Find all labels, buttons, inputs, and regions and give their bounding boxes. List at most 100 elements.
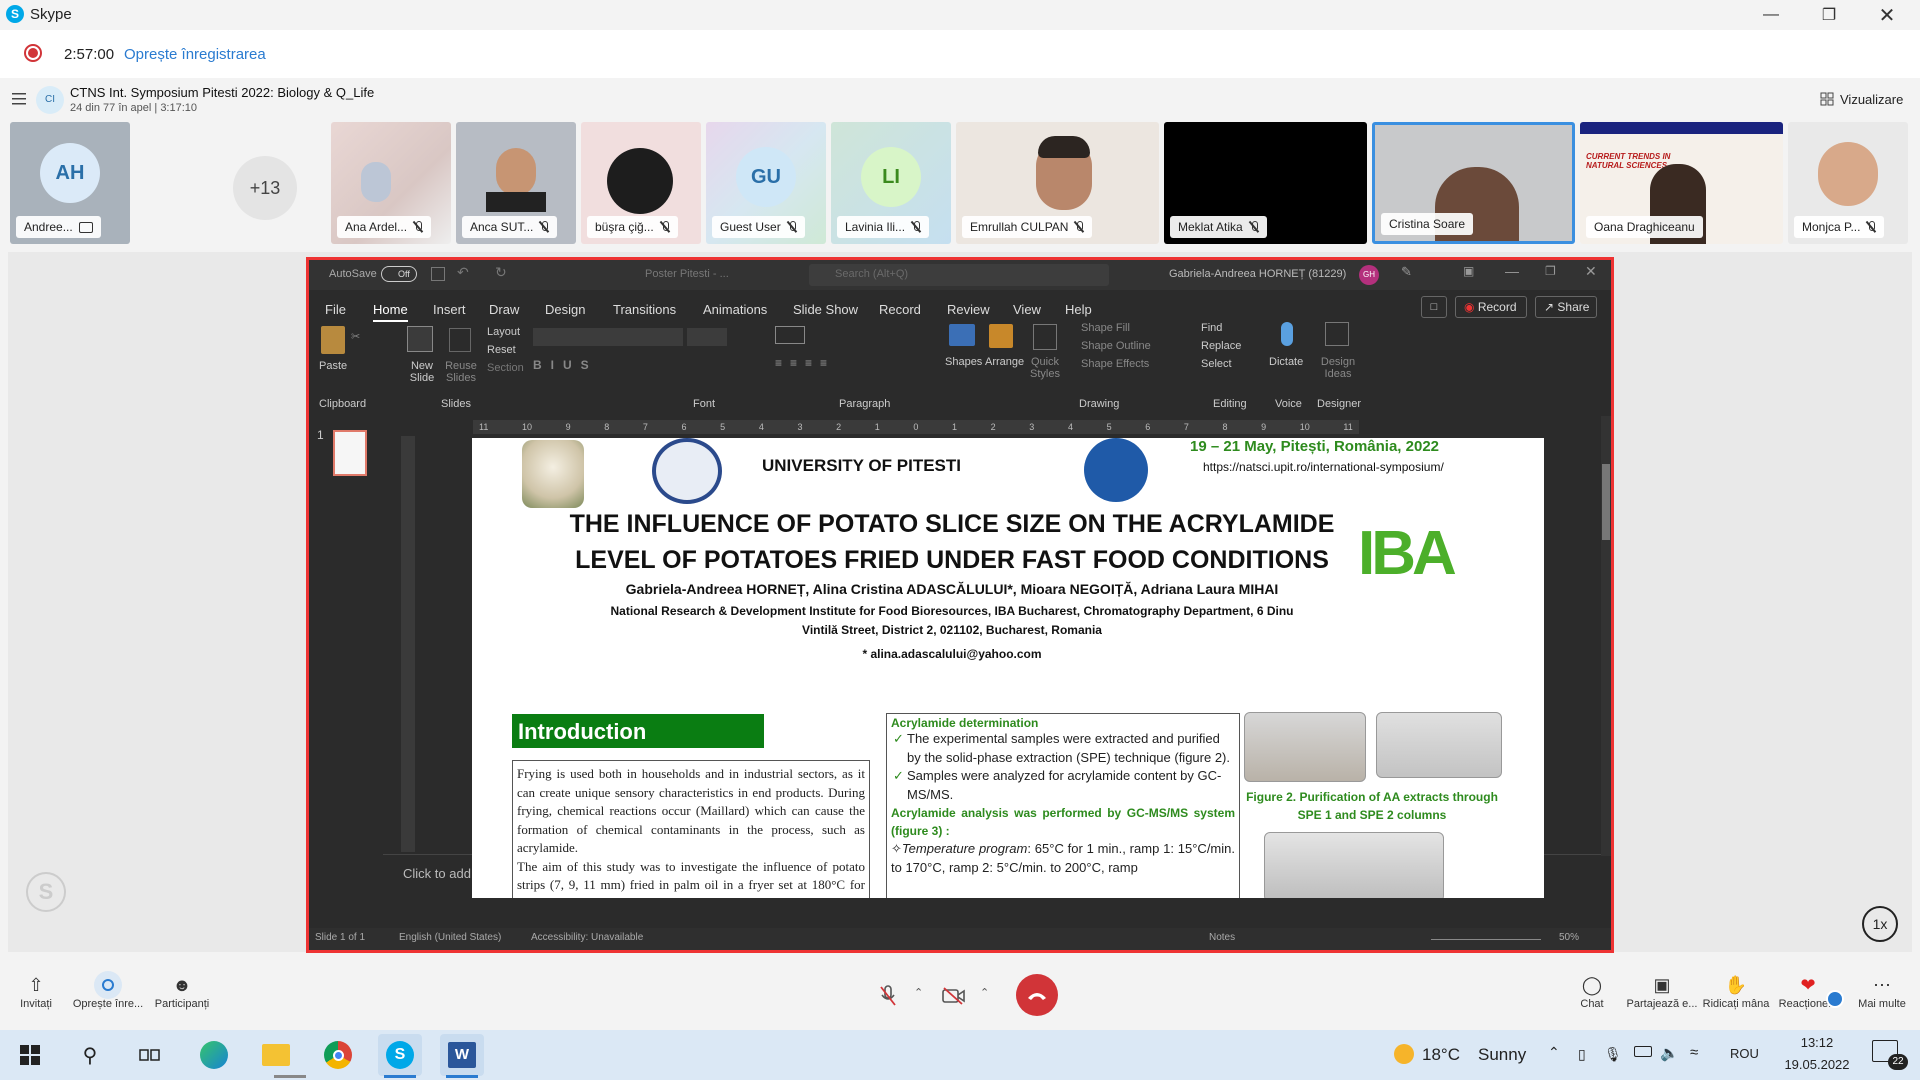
more-participants-button[interactable]: +13 — [233, 156, 297, 220]
tab-file[interactable]: File — [325, 302, 346, 317]
redo-icon[interactable]: ↻ — [495, 264, 507, 281]
tab-help[interactable]: Help — [1065, 302, 1092, 317]
undo-icon[interactable]: ↶ — [457, 264, 469, 281]
word-icon[interactable]: W — [440, 1034, 484, 1076]
weather-temp[interactable]: 18°C — [1422, 1045, 1460, 1065]
find-button[interactable]: Find — [1201, 322, 1222, 334]
stop-recording-button[interactable]: Oprește înre... — [68, 971, 148, 1010]
hang-up-button[interactable] — [1016, 974, 1058, 1016]
raise-hand-button[interactable]: ✋ Ridicați mâna — [1696, 972, 1776, 1011]
replace-button[interactable]: Replace — [1201, 340, 1241, 352]
hamburger-menu-icon[interactable] — [12, 92, 28, 106]
reuse-slides-button[interactable]: Reuse Slides — [443, 360, 479, 384]
save-icon[interactable] — [431, 267, 445, 281]
status-accessibility[interactable]: Accessibility: Unavailable — [531, 932, 643, 943]
weather-text[interactable]: Sunny — [1478, 1045, 1526, 1065]
paste-button[interactable]: Paste — [319, 360, 347, 372]
input-language[interactable]: ROU — [1730, 1046, 1759, 1061]
shapes-button[interactable]: Shapes — [945, 356, 982, 368]
mic-options-chevron-icon[interactable]: ⌃ — [914, 986, 923, 999]
invite-button[interactable]: ⇧ Invitați — [0, 972, 76, 1011]
tab-home[interactable]: Home — [373, 302, 408, 322]
shape-fill-button[interactable]: Shape Fill — [1081, 322, 1130, 334]
user-name[interactable]: Gabriela-Andreea HORNEȚ (81229) — [1169, 268, 1346, 280]
zoom-slider[interactable] — [1431, 939, 1541, 940]
tab-transitions[interactable]: Transitions — [613, 302, 676, 317]
participant-tile[interactable]: LI Lavinia Ili... — [831, 122, 951, 244]
camera-off-button[interactable] — [936, 978, 972, 1014]
tab-review[interactable]: Review — [947, 302, 990, 317]
tab-view[interactable]: View — [1013, 302, 1041, 317]
cut-icon[interactable]: ✂ — [351, 330, 360, 343]
ribbon-display-icon[interactable]: ▣ — [1463, 264, 1474, 278]
notes-toggle[interactable]: Notes — [1209, 932, 1235, 943]
file-name[interactable]: Poster Pitesti - ... — [645, 268, 729, 280]
font-format-icons[interactable]: BIUS — [533, 358, 598, 372]
pen-icon[interactable]: ✎ — [1401, 264, 1412, 280]
arrange-icon[interactable] — [989, 324, 1013, 348]
tablet-icon[interactable]: ▯ — [1578, 1046, 1586, 1063]
file-explorer-icon[interactable] — [254, 1034, 298, 1076]
font-size-box[interactable] — [687, 328, 727, 346]
tab-design[interactable]: Design — [545, 302, 585, 317]
ppt-minimize-button[interactable]: — — [1505, 263, 1519, 279]
chat-button[interactable]: ◯ Chat — [1552, 972, 1632, 1011]
microphone-icon[interactable]: 🎙 — [1604, 1046, 1622, 1063]
dictate-button[interactable]: Dictate — [1269, 356, 1303, 368]
share-button[interactable]: ↗ Share — [1535, 296, 1597, 318]
shape-outline-button[interactable]: Shape Outline — [1081, 340, 1151, 352]
paste-icon[interactable] — [321, 326, 345, 354]
new-slide-icon[interactable] — [407, 326, 433, 352]
layout-button[interactable]: Layout — [487, 326, 520, 338]
alignment-icons[interactable]: ≡≡≡≡ — [775, 356, 835, 370]
reuse-slides-icon[interactable] — [449, 328, 471, 352]
participant-tile[interactable]: Emrullah CULPAN — [956, 122, 1159, 244]
autosave-toggle[interactable]: Off — [381, 266, 417, 282]
group-avatar[interactable]: CI — [36, 86, 64, 114]
arrange-button[interactable]: Arrange — [985, 356, 1024, 368]
call-title[interactable]: CTNS Int. Symposium Pitesti 2022: Biolog… — [70, 85, 374, 100]
tab-draw[interactable]: Draw — [489, 302, 519, 317]
new-slide-button[interactable]: New Slide — [405, 360, 439, 384]
ppt-close-button[interactable]: ✕ — [1585, 263, 1597, 280]
user-avatar[interactable]: GH — [1359, 265, 1379, 285]
mute-button[interactable] — [870, 978, 906, 1014]
participant-tile[interactable]: Ana Ardel... — [331, 122, 451, 244]
participant-tile[interactable]: CURRENT TRENDS IN NATURAL SCIENCES Oana … — [1580, 122, 1783, 244]
participant-tile[interactable]: AH Andree... — [10, 122, 130, 244]
camera-options-chevron-icon[interactable]: ⌃ — [980, 986, 989, 999]
shape-effects-button[interactable]: Shape Effects — [1081, 358, 1149, 370]
show-hidden-icons-chevron-icon[interactable]: ⌃ — [1548, 1044, 1560, 1061]
status-language[interactable]: English (United States) — [399, 932, 501, 943]
wifi-icon[interactable]: ≈ — [1690, 1044, 1698, 1061]
section-button[interactable]: Section — [487, 362, 524, 374]
ppt-restore-button[interactable]: ❐ — [1545, 264, 1556, 278]
task-view-icon[interactable] — [128, 1034, 172, 1076]
skype-taskbar-icon[interactable]: S — [378, 1034, 422, 1076]
participant-tile[interactable]: büşra çiğ... — [581, 122, 701, 244]
shapes-icon[interactable] — [949, 324, 975, 346]
dictate-icon[interactable] — [1281, 322, 1293, 346]
font-name-box[interactable] — [533, 328, 683, 346]
grid-view-icon[interactable] — [1820, 92, 1834, 106]
battery-icon[interactable] — [1634, 1046, 1652, 1057]
quick-styles-icon[interactable] — [1033, 324, 1057, 350]
view-button[interactable]: Vizualizare — [1840, 92, 1903, 107]
slide-thumbnail[interactable] — [333, 430, 367, 476]
more-button[interactable]: ⋯ Mai multe — [1842, 972, 1920, 1011]
reset-button[interactable]: Reset — [487, 344, 516, 356]
comments-icon[interactable]: □ — [1421, 296, 1447, 318]
windows-start-icon[interactable] — [8, 1034, 52, 1076]
participant-tile[interactable]: Monjca P... — [1788, 122, 1908, 244]
design-ideas-icon[interactable] — [1325, 322, 1349, 346]
volume-icon[interactable]: 🔈 — [1660, 1044, 1679, 1062]
participant-tile[interactable]: GU Guest User — [706, 122, 826, 244]
participants-button[interactable]: ☻ Participanți — [142, 972, 222, 1011]
design-ideas-button[interactable]: Design Ideas — [1319, 356, 1357, 380]
slide-canvas[interactable]: UNIVERSITY OF PITESTI 19 – 21 May, Piteș… — [472, 438, 1544, 898]
minimize-button[interactable]: — — [1742, 0, 1800, 30]
tab-slide-show[interactable]: Slide Show — [793, 302, 858, 317]
bullets-icon[interactable] — [775, 326, 805, 344]
tab-record[interactable]: Record — [879, 302, 921, 317]
record-button[interactable]: ◉ Record — [1455, 296, 1527, 318]
